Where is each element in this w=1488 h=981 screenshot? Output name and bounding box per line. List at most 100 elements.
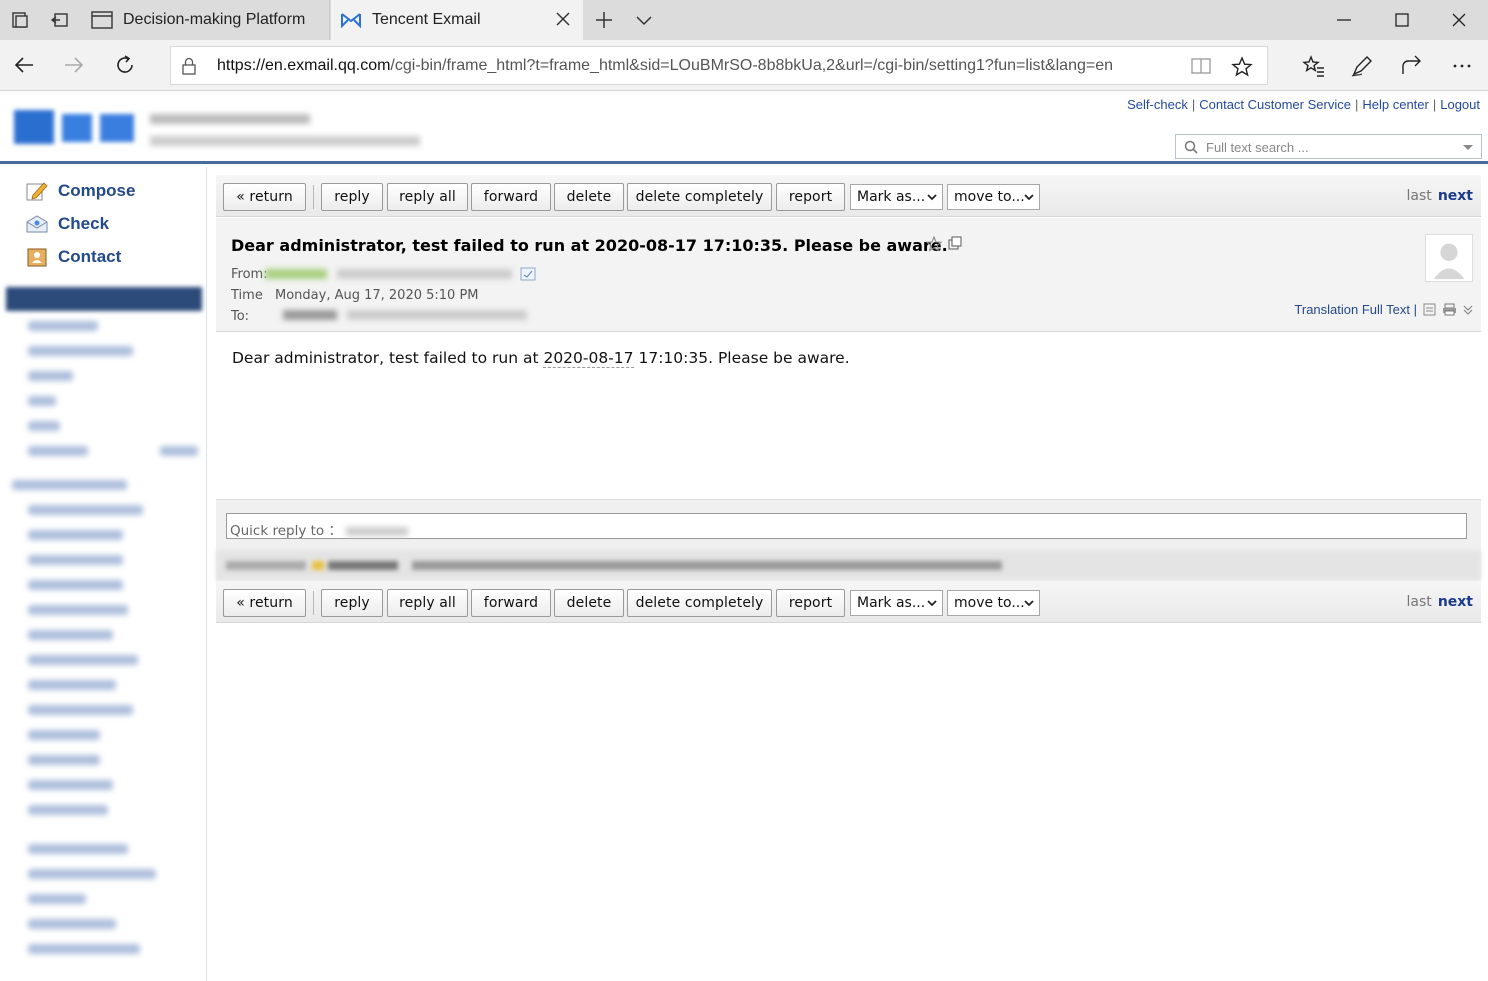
list-item[interactable] xyxy=(28,730,100,740)
body-date-link[interactable]: 2020-08-17 xyxy=(543,349,634,368)
check-action[interactable]: Check xyxy=(26,214,109,234)
self-check-link[interactable]: Self-check xyxy=(1127,97,1188,112)
tab-manager-icon[interactable] xyxy=(10,10,30,30)
list-item[interactable] xyxy=(28,630,113,640)
list-item[interactable] xyxy=(28,919,116,929)
full-text-search-input[interactable]: Full text search ... xyxy=(1175,134,1482,159)
selected-folder[interactable] xyxy=(6,287,202,311)
report-button[interactable]: report xyxy=(776,183,845,211)
delete-button[interactable]: delete xyxy=(554,183,624,211)
list-item xyxy=(160,446,198,456)
list-item[interactable] xyxy=(28,530,123,540)
logout-link[interactable]: Logout xyxy=(1440,97,1480,112)
list-item[interactable] xyxy=(28,605,128,615)
list-item[interactable] xyxy=(28,894,86,904)
next-link[interactable]: next xyxy=(1438,188,1473,204)
text-view-icon[interactable] xyxy=(1423,303,1436,316)
page-icon xyxy=(91,11,113,29)
contact-action[interactable]: Contact xyxy=(26,247,121,267)
delete-completely-button[interactable]: delete completely xyxy=(627,183,772,211)
message-toolbar-bottom: « return reply reply all forward delete … xyxy=(216,581,1481,623)
reply-button[interactable]: reply xyxy=(321,589,383,617)
star-mark-icon[interactable] xyxy=(926,236,942,252)
list-item[interactable] xyxy=(28,371,73,381)
list-item[interactable] xyxy=(28,805,108,815)
return-button[interactable]: « return xyxy=(223,183,306,211)
close-tab-icon[interactable] xyxy=(555,11,571,27)
reply-all-button[interactable]: reply all xyxy=(387,183,468,211)
reading-view-icon[interactable] xyxy=(1191,57,1211,75)
forward-arrow-icon[interactable] xyxy=(62,53,86,77)
minimize-icon[interactable] xyxy=(1334,10,1354,30)
last-link[interactable]: last xyxy=(1407,188,1432,204)
list-item[interactable] xyxy=(28,505,143,515)
to-row: To: xyxy=(231,309,528,324)
mark-as-select[interactable]: Mark as... xyxy=(850,184,943,210)
list-item[interactable] xyxy=(28,705,133,715)
url-text[interactable]: https://en.exmail.qq.com/cgi-bin/frame_h… xyxy=(217,57,1113,75)
quick-reply-input[interactable]: Quick reply to ： xyxy=(226,513,1467,539)
body-text-suffix: 17:10:35. Please be aware. xyxy=(633,349,850,367)
new-tab-icon[interactable] xyxy=(594,10,614,30)
list-item[interactable] xyxy=(28,396,56,406)
list-item[interactable] xyxy=(12,480,127,490)
list-item[interactable] xyxy=(28,680,116,690)
pen-notes-icon[interactable] xyxy=(1350,54,1374,78)
move-to-select[interactable]: move to... xyxy=(947,184,1040,210)
tab-preview-chevron-icon[interactable] xyxy=(634,10,654,30)
from-value-blurred[interactable] xyxy=(265,267,536,283)
last-link[interactable]: last xyxy=(1407,594,1432,610)
tab-tencent-exmail[interactable]: Tencent Exmail xyxy=(331,0,583,40)
to-value-blurred[interactable] xyxy=(283,309,528,324)
next-link[interactable]: next xyxy=(1438,594,1473,610)
list-item[interactable] xyxy=(28,580,123,590)
back-arrow-icon[interactable] xyxy=(12,53,36,77)
list-item[interactable] xyxy=(28,869,156,879)
tab-label: Decision-making Platform xyxy=(123,11,306,28)
delete-completely-button[interactable]: delete completely xyxy=(627,589,772,617)
list-item[interactable] xyxy=(28,944,140,954)
list-item[interactable] xyxy=(28,555,123,565)
list-item[interactable] xyxy=(28,446,88,456)
open-in-new-window-icon[interactable] xyxy=(948,236,962,250)
list-item[interactable] xyxy=(28,780,113,790)
window-close-icon[interactable] xyxy=(1449,10,1469,30)
help-center-link[interactable]: Help center xyxy=(1362,97,1428,112)
contact-card-icon[interactable] xyxy=(520,267,536,281)
favorites-hub-icon[interactable] xyxy=(1302,54,1326,78)
check-mail-icon xyxy=(26,215,48,233)
list-item[interactable] xyxy=(28,755,100,765)
move-to-select[interactable]: move to... xyxy=(947,590,1040,616)
tab-decision-making-platform[interactable]: Decision-making Platform xyxy=(82,0,330,40)
favorite-star-icon[interactable] xyxy=(1231,56,1253,78)
return-button[interactable]: « return xyxy=(223,589,306,617)
message-body: Dear administrator, test failed to run a… xyxy=(232,349,850,368)
list-item[interactable] xyxy=(28,346,133,356)
list-item[interactable] xyxy=(28,321,98,331)
thread-summary-blurred[interactable] xyxy=(216,550,1481,580)
list-item[interactable] xyxy=(28,421,60,431)
delete-button[interactable]: delete xyxy=(554,589,624,617)
print-icon[interactable] xyxy=(1442,303,1457,316)
reply-button[interactable]: reply xyxy=(321,183,383,211)
search-dropdown-icon[interactable] xyxy=(1463,145,1473,150)
translation-full-text-link[interactable]: Translation Full Text | xyxy=(1294,302,1417,317)
share-icon[interactable] xyxy=(1400,54,1424,78)
more-menu-icon[interactable] xyxy=(1450,54,1474,78)
compose-action[interactable]: Compose xyxy=(26,181,135,201)
refresh-icon[interactable] xyxy=(113,53,137,77)
forward-button[interactable]: forward xyxy=(471,183,551,211)
list-item[interactable] xyxy=(28,844,128,854)
reply-all-button[interactable]: reply all xyxy=(387,589,468,617)
set-tabs-aside-icon[interactable] xyxy=(50,10,70,30)
url-field[interactable]: https://en.exmail.qq.com/cgi-bin/frame_h… xyxy=(170,46,1268,85)
lock-icon[interactable] xyxy=(181,57,197,75)
top-links: Self-check | Contact Customer Service | Help… xyxy=(1127,97,1480,112)
more-options-chevron-icon[interactable] xyxy=(1463,304,1473,316)
mark-as-select[interactable]: Mark as... xyxy=(850,590,943,616)
contact-customer-service-link[interactable]: Contact Customer Service xyxy=(1199,97,1351,112)
maximize-icon[interactable] xyxy=(1392,10,1412,30)
forward-button[interactable]: forward xyxy=(471,589,551,617)
report-button[interactable]: report xyxy=(776,589,845,617)
list-item[interactable] xyxy=(28,655,138,665)
